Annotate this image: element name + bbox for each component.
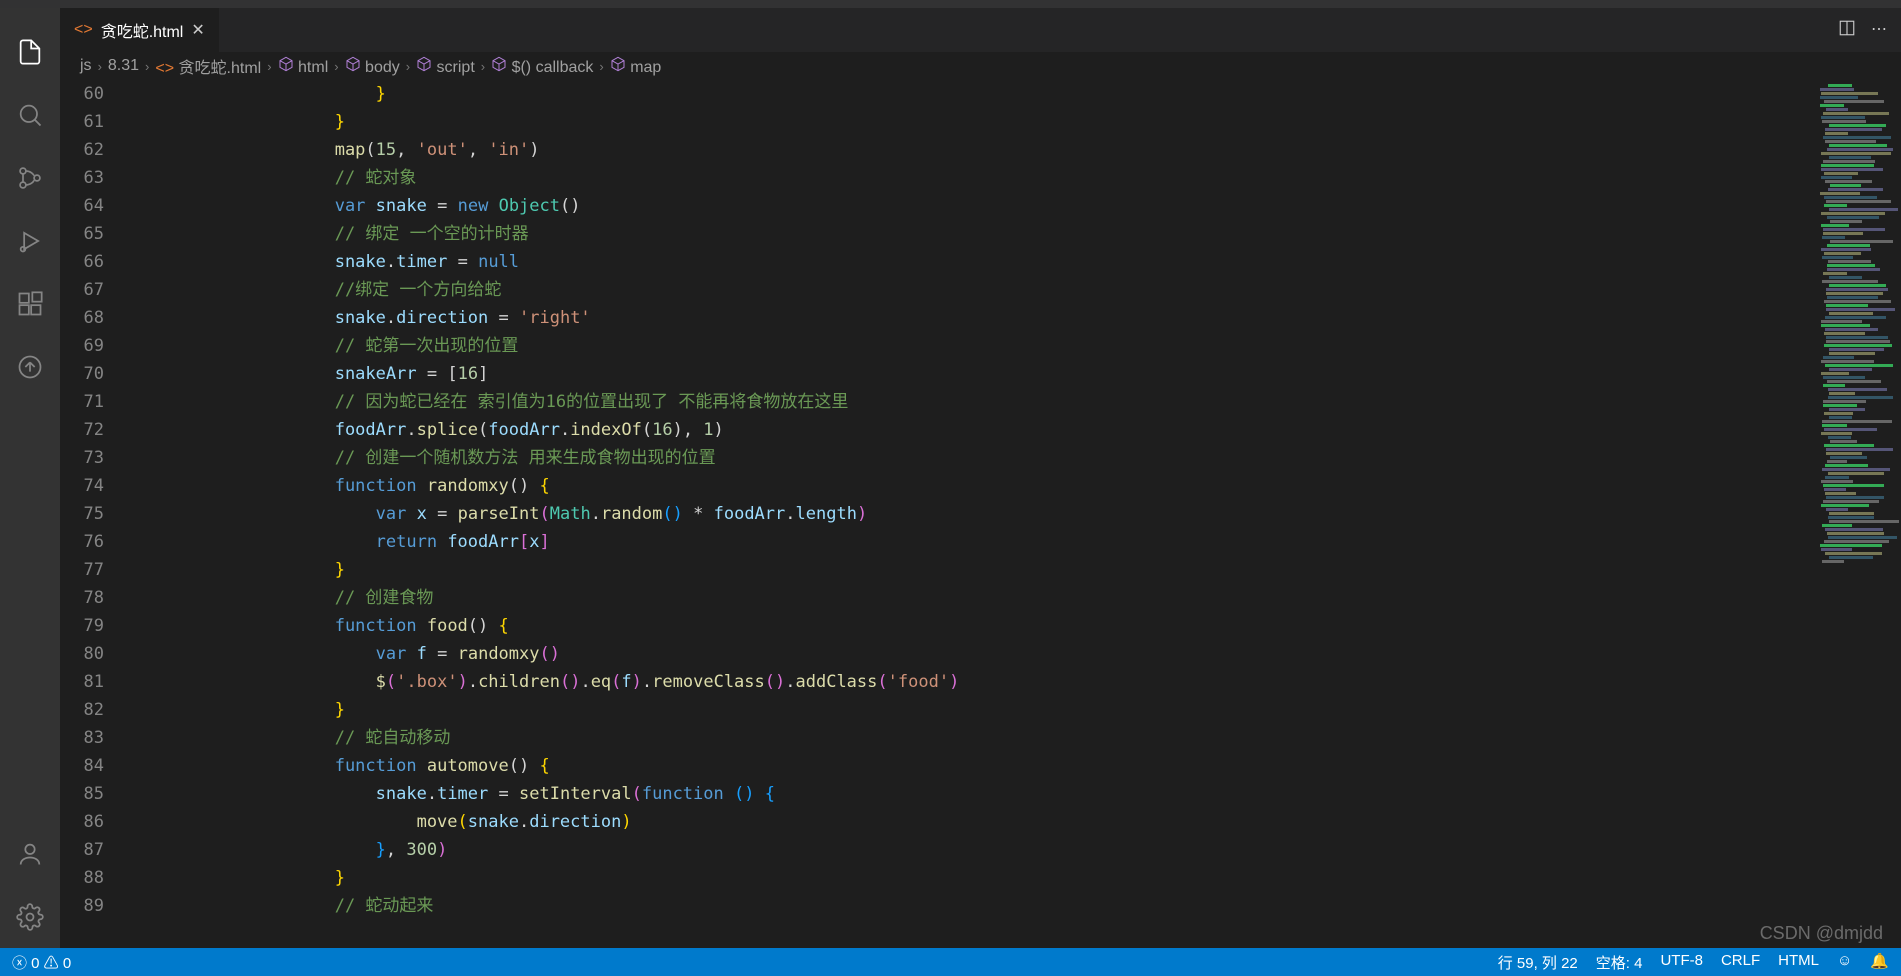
debug-icon[interactable] — [13, 223, 48, 258]
split-editor-icon[interactable] — [1838, 19, 1856, 42]
code-content[interactable]: } } map(15, 'out', 'in') // 蛇对象 var snak… — [130, 80, 1816, 948]
breadcrumb-item[interactable]: body — [345, 56, 400, 77]
breadcrumb-item[interactable]: js — [80, 57, 92, 75]
status-errors[interactable]: ⓧ 0 ⚠ 0 — [12, 952, 71, 973]
export-icon[interactable] — [13, 349, 48, 384]
source-control-icon[interactable] — [13, 160, 48, 195]
status-spaces[interactable]: 空格: 4 — [1596, 952, 1643, 973]
minimap[interactable] — [1816, 80, 1901, 948]
breadcrumb[interactable]: js›8.31›<> 贪吃蛇.html› html› body› script›… — [60, 52, 1901, 80]
breadcrumb-item[interactable]: script — [416, 56, 475, 77]
explorer-icon[interactable] — [13, 34, 48, 69]
status-bar: ⓧ 0 ⚠ 0 行 59, 列 22 空格: 4 UTF-8 CRLF HTML… — [0, 948, 1901, 976]
status-bell-icon[interactable]: 🔔 — [1870, 952, 1889, 973]
html-file-icon: <> — [74, 21, 93, 39]
breadcrumb-item[interactable]: html — [278, 56, 329, 77]
tab-file[interactable]: <> 贪吃蛇.html ✕ — [60, 8, 219, 52]
breadcrumb-item[interactable]: $() callback — [491, 56, 593, 77]
settings-icon[interactable] — [13, 899, 48, 934]
status-eol[interactable]: CRLF — [1721, 952, 1760, 973]
breadcrumb-item[interactable]: map — [610, 56, 662, 77]
status-encoding[interactable]: UTF-8 — [1660, 952, 1703, 973]
breadcrumb-item[interactable]: 8.31 — [108, 57, 139, 75]
watermark: CSDN @dmjdd — [1760, 923, 1883, 944]
tab-bar: <> 贪吃蛇.html ✕ ⋯ — [60, 8, 1901, 52]
status-lang[interactable]: HTML — [1778, 952, 1819, 973]
status-feedback-icon[interactable]: ☺ — [1837, 952, 1852, 973]
title-bar — [0, 0, 1901, 8]
line-numbers: 6061626364656667686970717273747576777879… — [60, 80, 130, 948]
more-icon[interactable]: ⋯ — [1871, 19, 1887, 42]
breadcrumb-item[interactable]: <> 贪吃蛇.html — [155, 54, 261, 78]
editor[interactable]: 6061626364656667686970717273747576777879… — [60, 80, 1901, 948]
account-icon[interactable] — [13, 836, 48, 871]
status-line-col[interactable]: 行 59, 列 22 — [1498, 952, 1578, 973]
extensions-icon[interactable] — [13, 286, 48, 321]
close-icon[interactable]: ✕ — [191, 20, 204, 40]
activity-bar — [0, 8, 60, 948]
search-icon[interactable] — [13, 97, 48, 132]
tab-filename: 贪吃蛇.html — [101, 18, 184, 42]
